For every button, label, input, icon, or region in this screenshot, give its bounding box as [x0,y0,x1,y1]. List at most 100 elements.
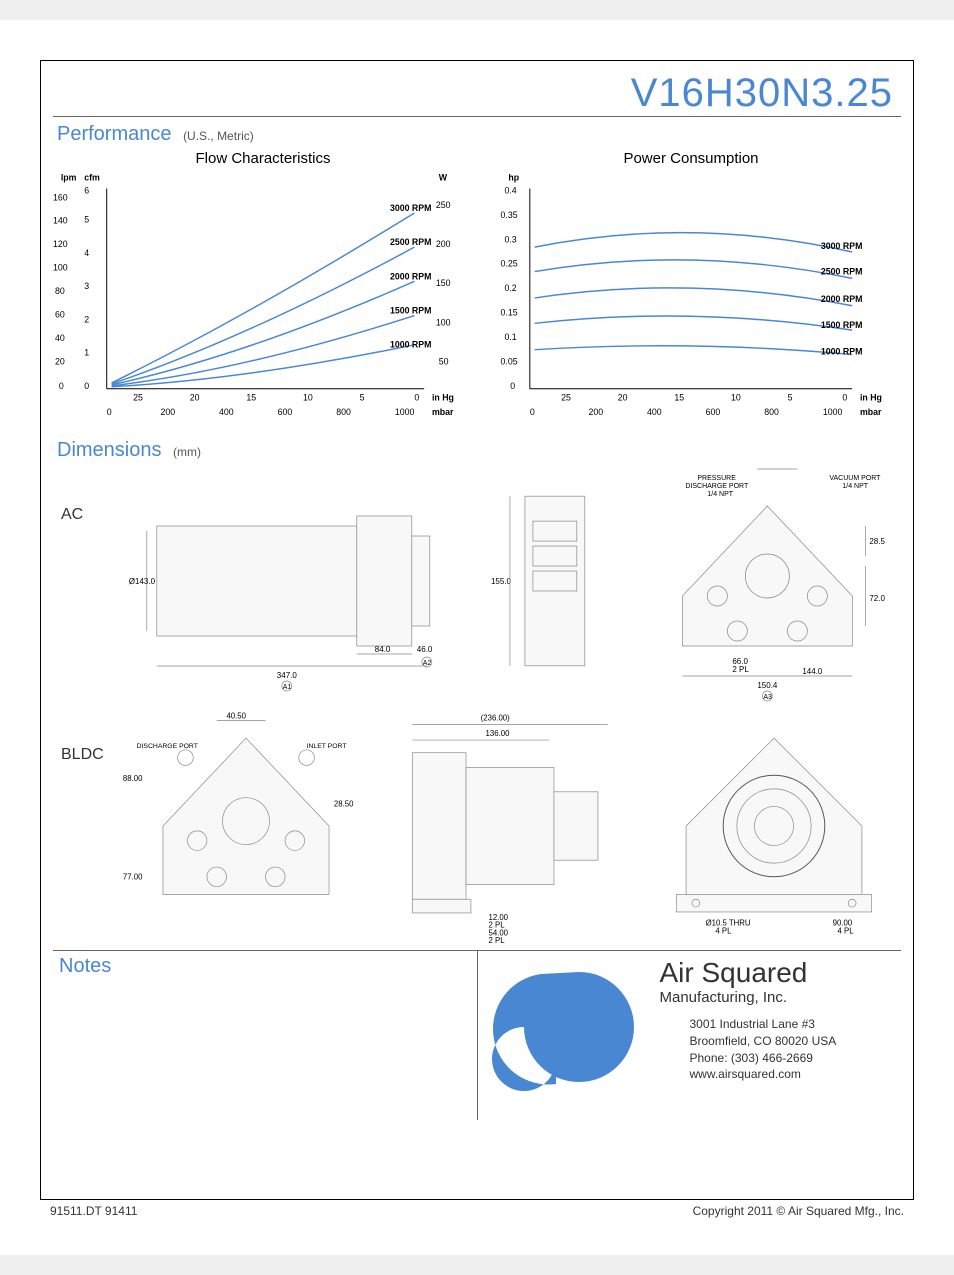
bldc-rear-view: Ø10.5 THRU 4 PL 90.00 4 PL [647,706,901,946]
flow-svg: lpm cfm 0 20 40 60 80 100 120 140 160 0 [53,169,473,423]
footer-left: 91511.DT 91411 [50,1204,137,1218]
svg-text:0: 0 [530,407,535,417]
variant-bldc-label: BLDC [53,706,113,946]
notes-heading: Notes [59,955,471,978]
svg-text:1/4 NPT: 1/4 NPT [843,483,869,490]
svg-text:2500 RPM: 2500 RPM [821,266,863,276]
svg-text:INLET PORT: INLET PORT [307,743,348,750]
svg-text:15: 15 [246,392,256,402]
svg-text:mbar: mbar [432,407,454,417]
svg-text:0.4: 0.4 [504,185,516,195]
performance-heading-text: Performance [57,123,172,145]
svg-text:400: 400 [647,407,662,417]
power-chart: Power Consumption hp 0 0.05 0.1 0.15 0.2… [481,150,901,429]
dimensions-heading-text: Dimensions [57,439,161,461]
svg-text:2: 2 [84,314,89,324]
svg-text:5: 5 [788,392,793,402]
svg-text:800: 800 [336,407,351,417]
svg-text:1000 RPM: 1000 RPM [390,340,432,350]
svg-text:cfm: cfm [84,173,100,183]
performance-units: (U.S., Metric) [183,129,254,143]
svg-text:155.0: 155.0 [491,577,512,586]
model-title: V16H30N3.25 [53,71,901,116]
svg-text:46.0: 46.0 [417,645,433,654]
svg-text:347.0: 347.0 [277,671,298,680]
svg-text:4 PL: 4 PL [715,926,732,935]
svg-text:0: 0 [842,392,847,402]
svg-text:DISCHARGE PORT: DISCHARGE PORT [686,483,750,490]
svg-text:25: 25 [561,392,571,402]
company-web: www.airsquared.com [660,1066,837,1083]
svg-text:2000 RPM: 2000 RPM [821,294,863,304]
svg-text:80: 80 [55,286,65,296]
bldc-front-view: 40.50 DISCHARGE PORT INLET PORT 88.00 [119,706,373,946]
svg-text:in Hg: in Hg [860,392,882,402]
svg-text:28.50: 28.50 [334,799,354,808]
svg-text:15: 15 [674,392,684,402]
svg-text:PRESSURE: PRESSURE [698,475,737,482]
svg-text:0.15: 0.15 [501,308,518,318]
svg-text:120: 120 [53,239,68,249]
svg-text:5: 5 [84,215,89,225]
svg-text:400: 400 [219,407,234,417]
svg-text:20: 20 [618,392,628,402]
svg-text:A2: A2 [423,660,432,667]
flow-chart-title: Flow Characteristics [53,150,473,167]
svg-text:200: 200 [588,407,603,417]
ac-side-view: Ø143.0 347.0 A1 84.0 46.0 A2 [119,466,475,706]
svg-text:1/4 NPT: 1/4 NPT [708,491,734,498]
flow-plot-area: lpm cfm 0 20 40 60 80 100 120 140 160 0 [53,169,473,429]
notes-column: Notes [53,951,478,1120]
svg-text:2 PL: 2 PL [733,665,750,674]
svg-text:in Hg: in Hg [432,392,454,402]
svg-text:20: 20 [190,392,200,402]
performance-heading: Performance (U.S., Metric) [57,123,901,146]
dimensions-heading: Dimensions (mm) [57,439,901,462]
svg-text:Ø143.0: Ø143.0 [129,577,156,586]
svg-text:4: 4 [84,248,89,258]
ac-section-view: 155.0 [485,466,625,706]
svg-text:200: 200 [436,239,451,249]
footer-right: Copyright 2011 © Air Squared Mfg., Inc. [693,1204,904,1218]
svg-text:60: 60 [55,309,65,319]
svg-text:5: 5 [360,392,365,402]
company-name: Air Squared [660,957,837,989]
svg-text:0.25: 0.25 [501,259,518,269]
svg-text:72.0: 72.0 [870,594,886,603]
dims-row-bldc: BLDC 40.50 DISCHARGE PORT INLET PORT [53,706,901,946]
svg-text:(236.00): (236.00) [481,713,510,722]
company-logo [484,957,654,1107]
svg-text:0: 0 [84,381,89,391]
svg-text:2 PL: 2 PL [489,936,506,945]
svg-text:A1: A1 [283,684,292,691]
sheet-border: V16H30N3.25 Performance (U.S., Metric) F… [40,60,914,1200]
svg-text:0: 0 [107,407,112,417]
svg-text:100: 100 [436,317,451,327]
svg-text:77.00: 77.00 [123,873,143,882]
svg-text:mbar: mbar [860,407,882,417]
svg-text:0: 0 [59,381,64,391]
svg-text:0.1: 0.1 [504,332,516,342]
company-addr2: Broomfield, CO 80020 USA [660,1033,837,1050]
svg-text:lpm: lpm [61,173,77,183]
page: V16H30N3.25 Performance (U.S., Metric) F… [0,20,954,1255]
dimensions-units: (mm) [173,445,201,459]
svg-text:0: 0 [414,392,419,402]
svg-text:160: 160 [53,192,68,202]
flow-chart: Flow Characteristics lpm cfm 0 20 40 60 [53,150,473,429]
svg-text:250: 250 [436,200,451,210]
svg-text:20: 20 [55,356,65,366]
svg-text:600: 600 [278,407,293,417]
svg-text:0.05: 0.05 [501,356,518,366]
title-rule [53,116,901,117]
svg-text:6: 6 [84,185,89,195]
svg-text:DISCHARGE PORT: DISCHARGE PORT [137,743,199,750]
svg-text:28.5: 28.5 [870,537,886,546]
svg-text:0.35: 0.35 [501,210,518,220]
svg-text:50: 50 [439,356,449,366]
svg-text:100: 100 [53,263,68,273]
svg-text:1500 RPM: 1500 RPM [390,306,432,316]
page-footer: 91511.DT 91411 Copyright 2011 © Air Squa… [40,1200,914,1218]
svg-text:0: 0 [510,381,515,391]
svg-text:0.3: 0.3 [504,234,516,244]
